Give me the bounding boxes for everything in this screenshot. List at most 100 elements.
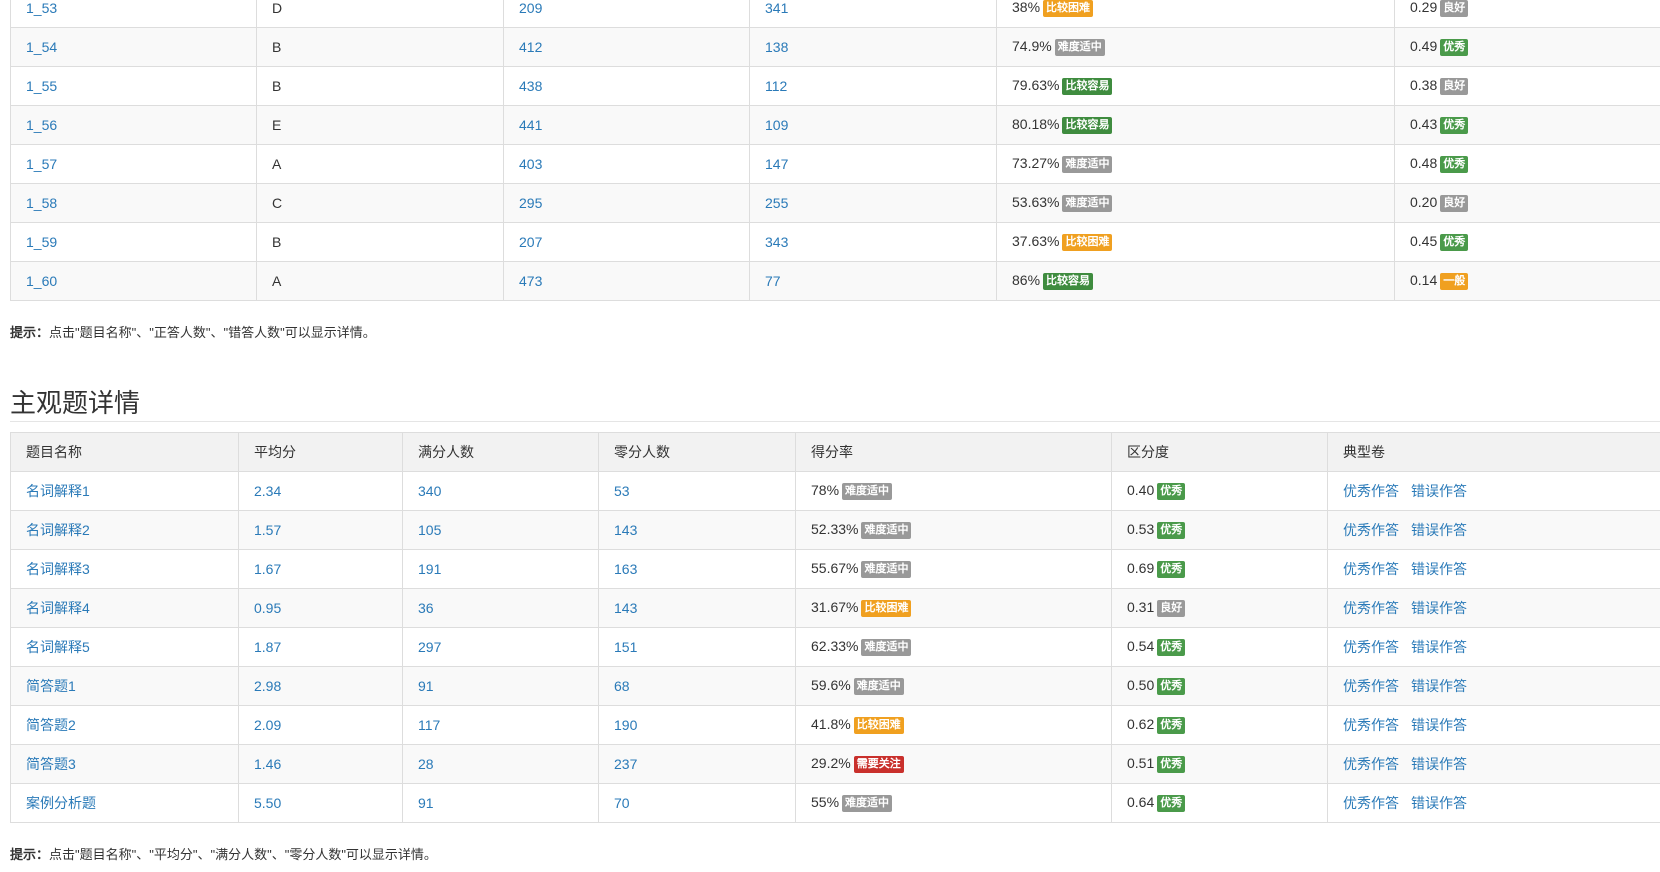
full-score-link[interactable]: 91 (418, 795, 434, 811)
wrong-count-link[interactable]: 343 (765, 234, 788, 250)
wrong-count-link[interactable]: 112 (765, 78, 787, 94)
rate-value: 55.67% (811, 560, 859, 576)
correct-count-link[interactable]: 441 (519, 117, 542, 133)
wrong-count-link[interactable]: 138 (765, 39, 788, 55)
discrimination-badge: 优秀 (1157, 522, 1186, 539)
question-name-link[interactable]: 名词解释4 (26, 600, 90, 616)
question-name-link[interactable]: 1_60 (26, 273, 57, 289)
zero-score-link[interactable]: 190 (614, 717, 637, 733)
question-name-link[interactable]: 1_53 (26, 0, 57, 16)
excellent-answer-link[interactable]: 优秀作答 (1343, 483, 1399, 499)
wrong-count-link[interactable]: 341 (765, 0, 788, 16)
cell-rate: 38% 比较困难 (996, 0, 1395, 28)
question-name-link[interactable]: 名词解释3 (26, 561, 90, 577)
error-answer-link[interactable]: 错误作答 (1411, 600, 1467, 616)
excellent-answer-link[interactable]: 优秀作答 (1343, 639, 1399, 655)
error-answer-link[interactable]: 错误作答 (1411, 483, 1467, 499)
error-answer-link[interactable]: 错误作答 (1411, 717, 1467, 733)
average-link[interactable]: 5.50 (254, 795, 281, 811)
zero-score-link[interactable]: 70 (614, 795, 630, 811)
question-name-link[interactable]: 名词解释5 (26, 639, 90, 655)
excellent-answer-link[interactable]: 优秀作答 (1343, 756, 1399, 772)
question-name-link[interactable]: 简答题3 (26, 756, 76, 772)
question-name-link[interactable]: 简答题1 (26, 678, 76, 694)
average-link[interactable]: 1.57 (254, 522, 281, 538)
question-name-link[interactable]: 简答题2 (26, 717, 76, 733)
correct-count-link[interactable]: 209 (519, 0, 542, 16)
wrong-count-link[interactable]: 147 (765, 156, 788, 172)
average-link[interactable]: 1.46 (254, 756, 281, 772)
correct-count-link[interactable]: 438 (519, 78, 542, 94)
cell-rate: 80.18% 比较容易 (996, 105, 1395, 145)
wrong-count-link[interactable]: 109 (765, 117, 788, 133)
cell-name: 案例分析题 (10, 783, 239, 823)
cell-rate: 86% 比较容易 (996, 261, 1395, 301)
excellent-answer-link[interactable]: 优秀作答 (1343, 600, 1399, 616)
full-score-link[interactable]: 297 (418, 639, 441, 655)
excellent-answer-link[interactable]: 优秀作答 (1343, 795, 1399, 811)
wrong-count-link[interactable]: 255 (765, 195, 788, 211)
cell-discrimination: 0.48 优秀 (1394, 144, 1660, 184)
zero-score-link[interactable]: 68 (614, 678, 630, 694)
average-link[interactable]: 2.09 (254, 717, 281, 733)
question-name-link[interactable]: 名词解释2 (26, 522, 90, 538)
cell-full-score: 191 (402, 549, 599, 589)
zero-score-link[interactable]: 143 (614, 600, 637, 616)
question-name-link[interactable]: 1_58 (26, 195, 57, 211)
full-score-link[interactable]: 191 (418, 561, 441, 577)
error-answer-link[interactable]: 错误作答 (1411, 522, 1467, 538)
average-link[interactable]: 1.87 (254, 639, 281, 655)
average-link[interactable]: 1.67 (254, 561, 281, 577)
wrong-count-link[interactable]: 77 (765, 273, 781, 289)
rate-value: 74.9% (1012, 38, 1052, 54)
zero-score-link[interactable]: 237 (614, 756, 637, 772)
discrimination-value: 0.54 (1127, 638, 1155, 654)
zero-score-link[interactable]: 53 (614, 483, 630, 499)
question-name-link[interactable]: 案例分析题 (26, 795, 96, 811)
cell-zero-score: 237 (598, 744, 796, 784)
cell-name: 名词解释3 (10, 549, 239, 589)
excellent-answer-link[interactable]: 优秀作答 (1343, 678, 1399, 694)
full-score-link[interactable]: 28 (418, 756, 434, 772)
zero-score-link[interactable]: 143 (614, 522, 637, 538)
full-score-link[interactable]: 91 (418, 678, 434, 694)
full-score-link[interactable]: 36 (418, 600, 434, 616)
error-answer-link[interactable]: 错误作答 (1411, 756, 1467, 772)
correct-count-link[interactable]: 403 (519, 156, 542, 172)
question-name-link[interactable]: 名词解释1 (26, 483, 90, 499)
cell-average: 0.95 (238, 588, 403, 628)
correct-count-link[interactable]: 412 (519, 39, 542, 55)
objective-hint: 提示：点击"题目名称"、"正答人数"、"错答人数"可以显示详情。 (10, 322, 376, 341)
cell-wrong: 343 (749, 222, 997, 262)
error-answer-link[interactable]: 错误作答 (1411, 678, 1467, 694)
full-score-link[interactable]: 340 (418, 483, 441, 499)
discrimination-value: 0.50 (1127, 677, 1155, 693)
correct-count-link[interactable]: 473 (519, 273, 542, 289)
correct-count-link[interactable]: 295 (519, 195, 542, 211)
cell-discrimination: 0.29 良好 (1394, 0, 1660, 28)
excellent-answer-link[interactable]: 优秀作答 (1343, 522, 1399, 538)
question-name-link[interactable]: 1_56 (26, 117, 57, 133)
question-name-link[interactable]: 1_55 (26, 78, 57, 94)
zero-score-link[interactable]: 163 (614, 561, 637, 577)
error-answer-link[interactable]: 错误作答 (1411, 795, 1467, 811)
average-link[interactable]: 0.95 (254, 600, 281, 616)
table-row: 名词解释5 1.87 297 151 62.33% 难度适中 0.54 优秀 优秀作答 错误作答 (10, 627, 1660, 667)
correct-count-link[interactable]: 207 (519, 234, 542, 250)
cell-correct: 403 (503, 144, 750, 184)
excellent-answer-link[interactable]: 优秀作答 (1343, 717, 1399, 733)
zero-score-link[interactable]: 151 (614, 639, 637, 655)
question-name-link[interactable]: 1_54 (26, 39, 57, 55)
question-name-link[interactable]: 1_57 (26, 156, 57, 172)
error-answer-link[interactable]: 错误作答 (1411, 561, 1467, 577)
cell-wrong: 255 (749, 183, 997, 223)
difficulty-badge: 难度适中 (1062, 156, 1113, 173)
question-name-link[interactable]: 1_59 (26, 234, 57, 250)
average-link[interactable]: 2.34 (254, 483, 281, 499)
error-answer-link[interactable]: 错误作答 (1411, 639, 1467, 655)
full-score-link[interactable]: 105 (418, 522, 441, 538)
discrimination-badge: 优秀 (1157, 678, 1186, 695)
average-link[interactable]: 2.98 (254, 678, 281, 694)
excellent-answer-link[interactable]: 优秀作答 (1343, 561, 1399, 577)
full-score-link[interactable]: 117 (418, 717, 440, 733)
